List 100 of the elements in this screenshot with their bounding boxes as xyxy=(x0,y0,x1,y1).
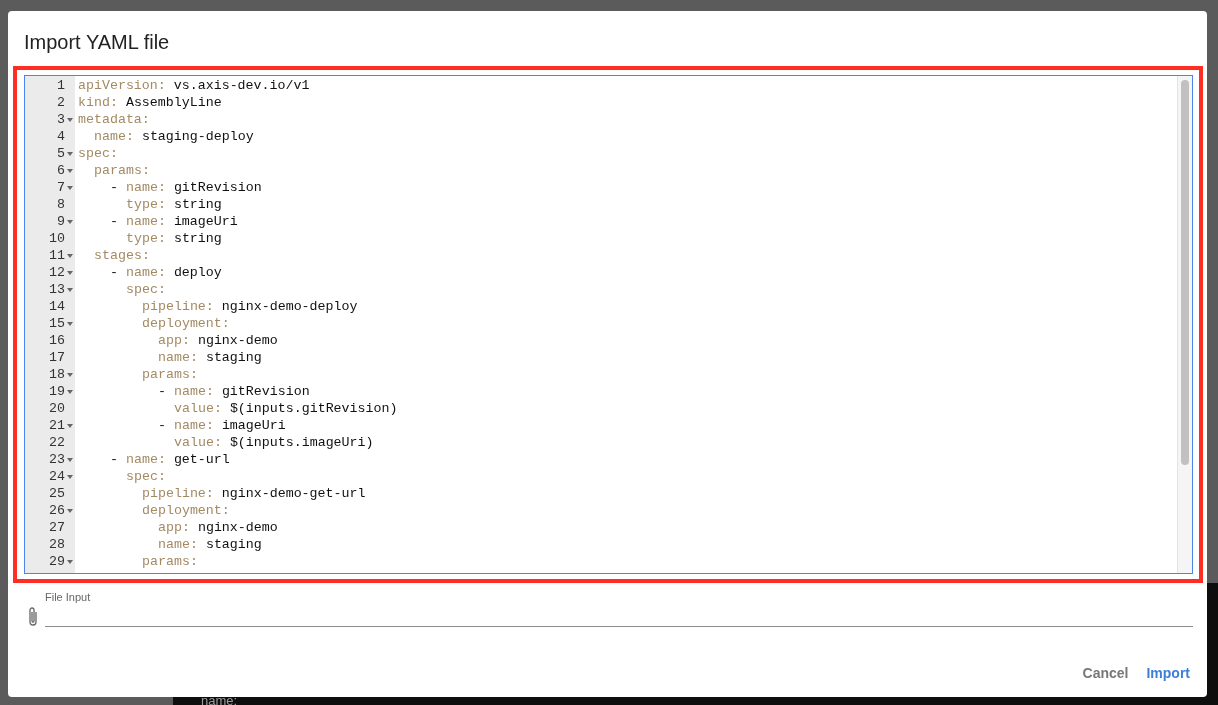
fold-caret-icon[interactable] xyxy=(67,474,73,479)
paperclip-icon[interactable] xyxy=(27,606,39,628)
line-number: 26 xyxy=(49,503,65,518)
line-number: 27 xyxy=(49,520,65,535)
yaml-key: spec: xyxy=(78,145,118,162)
list-dash: - xyxy=(110,179,118,196)
yaml-key: deployment: xyxy=(142,502,230,519)
fold-caret-icon[interactable] xyxy=(67,219,73,224)
line-number: 16 xyxy=(49,333,65,348)
yaml-key: params: xyxy=(142,366,198,383)
field-label: File Input xyxy=(45,591,91,603)
line-number: 18 xyxy=(49,367,65,382)
fold-caret-icon[interactable] xyxy=(67,168,73,173)
yaml-key: type: xyxy=(126,230,166,247)
yaml-key: apiVersion: xyxy=(78,77,166,94)
yaml-key: name: xyxy=(174,383,214,400)
yaml-value: $(inputs.gitRevision) xyxy=(229,400,398,417)
line-number: 8 xyxy=(57,197,65,212)
fold-caret-icon[interactable] xyxy=(67,457,73,462)
yaml-value: imageUri xyxy=(221,417,286,434)
line-number: 24 xyxy=(49,469,65,484)
yaml-key: pipeline: xyxy=(142,298,214,315)
list-dash: - xyxy=(110,213,118,230)
yaml-value: nginx-demo-deploy xyxy=(221,298,358,315)
yaml-value: staging xyxy=(205,536,262,553)
yaml-key: name: xyxy=(158,349,198,366)
yaml-key: spec: xyxy=(126,281,166,298)
yaml-key: name: xyxy=(126,451,166,468)
list-dash: - xyxy=(158,383,166,400)
fold-caret-icon[interactable] xyxy=(67,287,73,292)
yaml-value: gitRevision xyxy=(173,179,262,196)
yaml-value: gitRevision xyxy=(221,383,310,400)
yaml-key: value: xyxy=(174,434,222,451)
yaml-key: value: xyxy=(174,400,222,417)
line-number: 11 xyxy=(49,248,65,263)
yaml-key: deployment: xyxy=(142,315,230,332)
fold-caret-icon[interactable] xyxy=(67,270,73,275)
yaml-value: imageUri xyxy=(173,213,238,230)
line-number: 15 xyxy=(49,316,65,331)
yaml-value: vs.axis-dev.io/v1 xyxy=(173,77,310,94)
fold-caret-icon[interactable] xyxy=(67,117,73,122)
yaml-key: name: xyxy=(174,417,214,434)
fold-caret-icon[interactable] xyxy=(67,389,73,394)
yaml-key: app: xyxy=(158,332,190,349)
yaml-value: get-url xyxy=(173,451,230,468)
fold-caret-icon[interactable] xyxy=(67,559,73,564)
cancel-button[interactable]: Cancel xyxy=(1075,659,1136,687)
line-number: 22 xyxy=(49,435,65,450)
file-input-field[interactable]: File Input xyxy=(45,587,1193,627)
fold-caret-icon[interactable] xyxy=(67,372,73,377)
dialog-title: Import YAML file xyxy=(23,30,171,55)
yaml-key: name: xyxy=(126,179,166,196)
list-dash: - xyxy=(110,451,118,468)
yaml-key: type: xyxy=(126,196,166,213)
line-number: 2 xyxy=(57,95,65,110)
line-number: 17 xyxy=(49,350,65,365)
fold-caret-icon[interactable] xyxy=(67,185,73,190)
line-number: 25 xyxy=(49,486,65,501)
line-number: 7 xyxy=(57,180,65,195)
line-number: 14 xyxy=(49,299,65,314)
line-number: 28 xyxy=(49,537,65,552)
import-button[interactable]: Import xyxy=(1139,659,1197,687)
line-number: 13 xyxy=(49,282,65,297)
yaml-key: app: xyxy=(158,519,190,536)
fold-caret-icon[interactable] xyxy=(67,151,73,156)
fold-caret-icon[interactable] xyxy=(67,423,73,428)
yaml-value: string xyxy=(173,230,222,247)
line-number: 10 xyxy=(49,231,65,246)
fold-caret-icon[interactable] xyxy=(67,253,73,258)
fold-caret-icon[interactable] xyxy=(67,508,73,513)
line-number: 6 xyxy=(57,163,65,178)
yaml-key: name: xyxy=(126,264,166,281)
yaml-value: deploy xyxy=(173,264,222,281)
yaml-key: pipeline: xyxy=(142,485,214,502)
yaml-value: string xyxy=(173,196,222,213)
yaml-value: nginx-demo xyxy=(197,332,278,349)
line-number: 3 xyxy=(57,112,65,127)
yaml-key: metadata: xyxy=(78,111,150,128)
line-number: 1 xyxy=(57,78,65,93)
yaml-key: spec: xyxy=(126,468,166,485)
backdrop-text: name: xyxy=(201,693,238,705)
yaml-key: kind: xyxy=(78,94,118,111)
scrollbar[interactable] xyxy=(1177,76,1192,573)
line-number: 29 xyxy=(49,554,65,569)
yaml-value: nginx-demo xyxy=(197,519,278,536)
line-number: 4 xyxy=(57,129,65,144)
line-number: 20 xyxy=(49,401,65,416)
yaml-value: AssemblyLine xyxy=(125,94,222,111)
scrollbar-thumb[interactable] xyxy=(1181,80,1189,465)
yaml-key: name: xyxy=(126,213,166,230)
line-number: 5 xyxy=(57,146,65,161)
yaml-key: params: xyxy=(142,553,198,570)
line-number: 9 xyxy=(57,214,65,229)
yaml-key: name: xyxy=(158,536,198,553)
yaml-value: staging-deploy xyxy=(141,128,254,145)
fold-caret-icon[interactable] xyxy=(67,321,73,326)
yaml-key: params: xyxy=(94,162,150,179)
list-dash: - xyxy=(158,417,166,434)
line-number: 21 xyxy=(49,418,65,433)
yaml-value: $(inputs.imageUri) xyxy=(229,434,374,451)
